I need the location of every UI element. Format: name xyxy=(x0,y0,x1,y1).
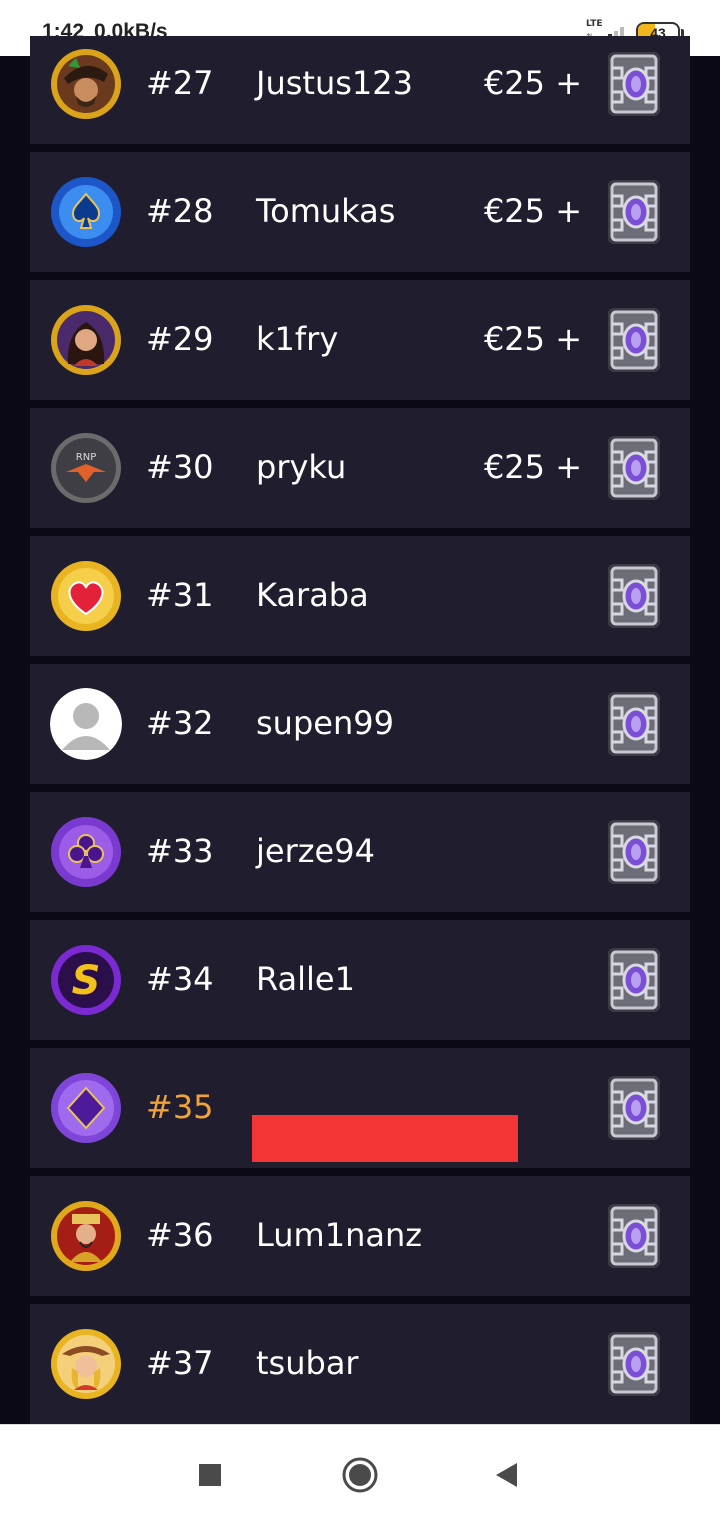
rank-label: #37 xyxy=(146,1344,214,1382)
heart-avatar-icon xyxy=(50,560,122,632)
leaderboard-row[interactable]: RNP #30 pryku €25 + xyxy=(30,408,690,528)
mystery-chest-icon[interactable] xyxy=(598,816,670,888)
svg-text:RNP: RNP xyxy=(76,452,96,463)
leaderboard-row[interactable]: #33 jerze94 xyxy=(30,792,690,912)
rank-label: #30 xyxy=(146,448,214,486)
leaderboard-row[interactable]: #32 supen99 xyxy=(30,664,690,784)
username: Ralle1 xyxy=(256,960,355,998)
leaderboard-row[interactable]: #37 tsubar xyxy=(30,1304,690,1424)
mystery-chest-icon[interactable] xyxy=(598,432,670,504)
username: Tomukas xyxy=(256,192,396,230)
leaderboard-row[interactable]: #31 Karaba xyxy=(30,536,690,656)
rank-label: #35 xyxy=(146,1088,214,1126)
rank-label: #28 xyxy=(146,192,214,230)
username: k1fry xyxy=(256,320,339,358)
leaderboard-row[interactable]: #36 Lum1nanz xyxy=(30,1176,690,1296)
redacted-username xyxy=(252,1115,518,1162)
leaderboard-row[interactable]: #27 Justus123 €25 + xyxy=(30,36,690,144)
s-letter-avatar-icon: S xyxy=(50,944,122,1016)
username: supen99 xyxy=(256,704,394,742)
rank-label: #31 xyxy=(146,576,214,614)
emperor-avatar-icon xyxy=(50,1200,122,1272)
navigation-bar xyxy=(0,1424,720,1521)
username: tsubar xyxy=(256,1344,359,1382)
username: jerze94 xyxy=(256,832,375,870)
pirate-avatar-icon xyxy=(50,48,122,120)
rank-label: #32 xyxy=(146,704,214,742)
club-avatar-icon xyxy=(50,816,122,888)
leaderboard-list[interactable]: #27 Justus123 €25 + #28 Tomukas €25 + #29 k1fry… xyxy=(30,36,690,1424)
mystery-chest-icon[interactable] xyxy=(598,688,670,760)
mystery-chest-icon[interactable] xyxy=(598,944,670,1016)
mystery-chest-icon[interactable] xyxy=(598,1072,670,1144)
casino-logo-avatar-icon: RNP xyxy=(50,432,122,504)
mystery-chest-icon[interactable] xyxy=(598,1200,670,1272)
leaderboard-row[interactable]: #35 xyxy=(30,1048,690,1168)
home-circle-icon[interactable] xyxy=(340,1455,380,1495)
back-triangle-icon[interactable] xyxy=(486,1455,526,1495)
recents-square-icon[interactable] xyxy=(190,1455,230,1495)
default-user-avatar-icon xyxy=(50,688,122,760)
rank-label: #27 xyxy=(146,64,214,102)
username: Karaba xyxy=(256,576,369,614)
leaderboard-row[interactable]: #29 k1fry €25 + xyxy=(30,280,690,400)
mystery-chest-icon[interactable] xyxy=(598,1328,670,1400)
mystery-chest-icon[interactable] xyxy=(598,176,670,248)
woman-avatar-icon xyxy=(50,304,122,376)
diamond-avatar-icon xyxy=(50,1072,122,1144)
username: Justus123 xyxy=(256,64,413,102)
spade-avatar-icon xyxy=(50,176,122,248)
mystery-chest-icon[interactable] xyxy=(598,304,670,376)
cowgirl-avatar-icon xyxy=(50,1328,122,1400)
prize-amount: €25 + xyxy=(483,64,582,102)
prize-amount: €25 + xyxy=(483,320,582,358)
mystery-chest-icon[interactable] xyxy=(598,48,670,120)
prize-amount: €25 + xyxy=(483,192,582,230)
svg-text:S: S xyxy=(72,958,101,1004)
rank-label: #36 xyxy=(146,1216,214,1254)
leaderboard-row[interactable]: S #34 Ralle1 xyxy=(30,920,690,1040)
prize-amount: €25 + xyxy=(483,448,582,486)
username: Lum1nanz xyxy=(256,1216,423,1254)
leaderboard-row[interactable]: #28 Tomukas €25 + xyxy=(30,152,690,272)
rank-label: #33 xyxy=(146,832,214,870)
mystery-chest-icon[interactable] xyxy=(598,560,670,632)
username: pryku xyxy=(256,448,347,486)
rank-label: #29 xyxy=(146,320,214,358)
rank-label: #34 xyxy=(146,960,214,998)
